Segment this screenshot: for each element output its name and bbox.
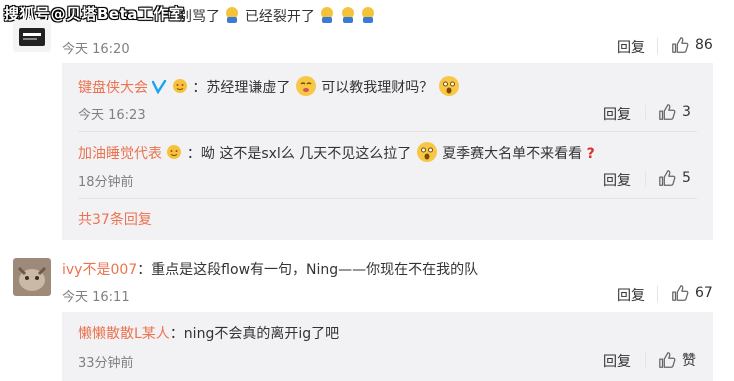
comment2-body: ivy不是007：重点是这段flow有一句，Ning——你现在不在我的队 [62, 259, 478, 279]
reply-content-a: ：呦 这不是sxl么 几天不见这么拉了 [186, 146, 412, 162]
thumbs-up-icon [672, 37, 689, 53]
reply-content-b: 可以教我理财吗？ [321, 80, 434, 96]
reply-item: 懒懒散散L某人：ning不会真的离开ig了吧 [78, 323, 339, 343]
divider [657, 286, 658, 302]
more-replies-link[interactable]: 共37条回复 [78, 209, 152, 229]
like-label: 赞 [682, 353, 696, 369]
like-button[interactable]: 67 [671, 284, 713, 302]
thumbs-up-icon [659, 352, 676, 368]
comment1-body: 别骂了 已经裂开了 [178, 6, 376, 26]
comment-content: ：重点是这段flow有一句，Ning——你现在不在我的队 [137, 262, 479, 278]
reply-username[interactable]: 键盘侠大会 [78, 80, 148, 96]
thumbs-up-icon [659, 104, 676, 120]
like-count: 5 [682, 170, 691, 186]
reply-username[interactable]: 加油睡觉代表 [78, 146, 162, 162]
divider [645, 352, 646, 368]
comment2-time: 今天 16:11 [62, 290, 130, 305]
reply-content-b: 夏季赛大名单不来看看 [442, 146, 583, 162]
reply-content: ：ning不会真的离开ig了吧 [169, 326, 340, 342]
reply-list: 键盘侠大会 ：苏经理谦虚了 可以教我理财吗？ 今天 16:23 回复 3 加油睡… [62, 63, 713, 240]
reply-button[interactable]: 回复 [617, 285, 645, 305]
comment1-time: 今天 16:20 [62, 42, 130, 57]
like-button[interactable]: 3 [658, 103, 691, 121]
like-button[interactable]: 赞 [658, 350, 696, 370]
reply-time: 今天 16:23 [78, 108, 146, 123]
thumbs-up-icon [659, 170, 676, 186]
facepalm-emoji-icon [362, 7, 375, 23]
reply-list: 懒懒散散L某人：ning不会真的离开ig了吧 33分钟前 回复 赞 [62, 312, 713, 381]
facepalm-emoji-icon [341, 7, 354, 23]
comment1-text-b: 已经裂开了 [244, 9, 315, 25]
avatar[interactable] [13, 258, 51, 296]
reply-divider [78, 131, 697, 132]
face-emoji-icon [295, 76, 316, 96]
divider [645, 171, 646, 187]
avatar[interactable] [13, 20, 51, 52]
reply-item: 加油睡觉代表 ：呦 这不是sxl么 几天不见这么拉了 夏季赛大名单不来看看 ? [78, 141, 595, 163]
verified-v-icon [152, 80, 167, 94]
reply-content-a: ：苏经理谦虚了 [192, 80, 291, 96]
comment-username[interactable]: ivy不是007 [62, 262, 137, 278]
like-count: 67 [695, 285, 713, 301]
thumbs-up-icon [672, 285, 689, 301]
like-count: 86 [695, 37, 713, 53]
like-button[interactable]: 5 [658, 169, 691, 187]
reply-button[interactable]: 回复 [603, 104, 631, 124]
avatar-image [19, 28, 45, 46]
reply-button[interactable]: 回复 [603, 351, 631, 371]
facepalm-emoji-icon [226, 7, 239, 23]
divider [645, 105, 646, 121]
reply-button[interactable]: 回复 [617, 37, 645, 57]
reply-username[interactable]: 懒懒散散L某人 [78, 326, 170, 342]
facepalm-emoji-icon [321, 7, 334, 23]
reply-item: 键盘侠大会 ：苏经理谦虚了 可以教我理财吗？ [78, 75, 460, 97]
reply-time: 18分钟前 [78, 175, 134, 190]
like-button[interactable]: 86 [671, 36, 713, 54]
face-emoji-icon [172, 79, 187, 93]
comment1-text-a: 别骂了 [178, 9, 220, 25]
question-mark-icon: ? [586, 146, 595, 162]
like-count: 3 [682, 104, 691, 120]
reply-button[interactable]: 回复 [603, 170, 631, 190]
reply-divider [78, 198, 697, 199]
divider [657, 38, 658, 54]
face-emoji-icon [416, 142, 437, 162]
avatar-image [13, 258, 51, 296]
face-emoji-icon [167, 145, 182, 159]
face-emoji-icon [438, 76, 459, 96]
reply-time: 33分钟前 [78, 356, 134, 371]
